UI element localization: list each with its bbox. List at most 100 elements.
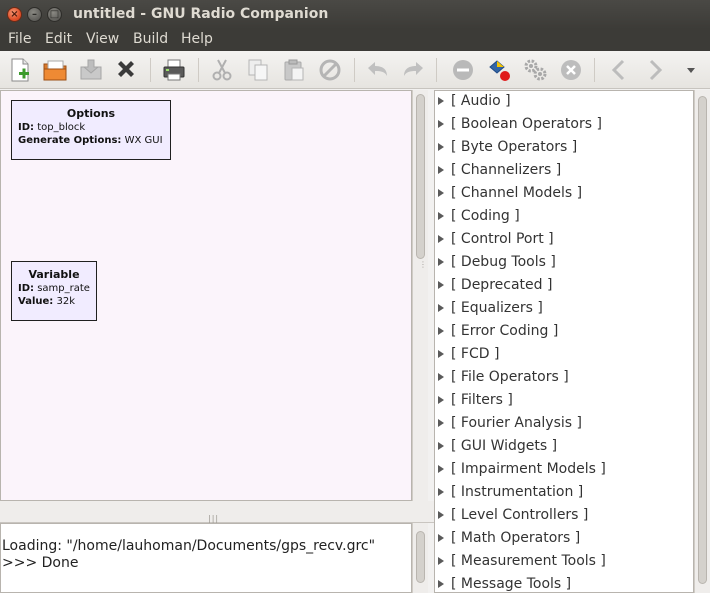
menu-build[interactable]: Build	[133, 31, 168, 47]
variable-block[interactable]: Variable ID: samp_rate Value: 32k	[11, 261, 97, 321]
expander-arrow-icon[interactable]	[438, 557, 444, 565]
tree-category[interactable]: [ Boolean Operators ]	[435, 114, 693, 137]
expander-arrow-icon[interactable]	[438, 488, 444, 496]
menu-help[interactable]: Help	[181, 31, 213, 47]
maximize-icon: □	[49, 9, 60, 20]
category-label: [ Debug Tools ]	[451, 254, 556, 270]
rotate-ccw-button[interactable]	[606, 57, 632, 83]
paste-button[interactable]	[281, 57, 307, 83]
print-button[interactable]	[161, 57, 187, 83]
rotate-cw-button[interactable]	[642, 57, 668, 83]
tree-category[interactable]: [ Message Tools ]	[435, 574, 693, 592]
generate-button[interactable]	[486, 57, 512, 83]
scrollbar-thumb[interactable]	[698, 96, 707, 584]
expander-arrow-icon[interactable]	[438, 120, 444, 128]
scrollbar-thumb[interactable]	[416, 531, 425, 583]
close-flowgraph-button[interactable]	[113, 57, 139, 83]
menu-file[interactable]: File	[8, 31, 31, 47]
window-maximize-button[interactable]: □	[47, 7, 62, 22]
open-button[interactable]	[42, 57, 68, 83]
generate-icon	[489, 60, 510, 81]
tree-category[interactable]: [ Equalizers ]	[435, 298, 693, 321]
tree-category[interactable]: [ File Operators ]	[435, 367, 693, 390]
block-param: Generate Options: WX GUI	[18, 135, 170, 146]
tree-category[interactable]: [ Error Coding ]	[435, 321, 693, 344]
window-title: untitled - GNU Radio Companion	[73, 6, 329, 22]
execute-icon	[524, 59, 547, 81]
expander-arrow-icon[interactable]	[438, 465, 444, 473]
execute-button[interactable]	[522, 57, 548, 83]
flowgraph-canvas[interactable]: Options ID: top_block Generate Options: …	[0, 90, 412, 501]
toolbar-overflow-button[interactable]	[681, 57, 701, 83]
splitter-grip-icon: |||	[208, 514, 220, 523]
copy-icon	[248, 59, 268, 81]
tree-category[interactable]: [ Fourier Analysis ]	[435, 413, 693, 436]
disable-block-button[interactable]	[450, 57, 476, 83]
expander-arrow-icon[interactable]	[438, 327, 444, 335]
undo-button[interactable]	[365, 57, 391, 83]
window-minimize-button[interactable]: –	[27, 7, 42, 22]
kill-button[interactable]	[558, 57, 584, 83]
menu-view[interactable]: View	[86, 31, 119, 47]
tree-category[interactable]: [ Math Operators ]	[435, 528, 693, 551]
block-param: Value: 32k	[18, 296, 96, 307]
delete-button[interactable]	[317, 57, 343, 83]
redo-button[interactable]	[400, 57, 426, 83]
expander-arrow-icon[interactable]	[438, 258, 444, 266]
category-label: [ Instrumentation ]	[451, 484, 584, 500]
expander-arrow-icon[interactable]	[438, 396, 444, 404]
category-label: [ Boolean Operators ]	[451, 116, 602, 132]
expander-arrow-icon[interactable]	[438, 189, 444, 197]
new-button[interactable]	[7, 57, 33, 83]
menu-edit[interactable]: Edit	[45, 31, 72, 47]
block-tree-scrollbar[interactable]	[694, 90, 710, 593]
close-icon: ×	[10, 9, 19, 20]
expander-arrow-icon[interactable]	[438, 534, 444, 542]
tree-category[interactable]: [ Byte Operators ]	[435, 137, 693, 160]
expander-arrow-icon[interactable]	[438, 419, 444, 427]
tree-category[interactable]: [ Impairment Models ]	[435, 459, 693, 482]
expander-arrow-icon[interactable]	[438, 212, 444, 220]
expander-arrow-icon[interactable]	[438, 373, 444, 381]
scrollbar-thumb[interactable]	[416, 94, 425, 259]
tree-category[interactable]: [ Instrumentation ]	[435, 482, 693, 505]
tree-category[interactable]: [ Coding ]	[435, 206, 693, 229]
expander-arrow-icon[interactable]	[438, 442, 444, 450]
undo-icon	[368, 62, 387, 76]
expander-arrow-icon[interactable]	[438, 97, 444, 105]
tree-category[interactable]: [ Level Controllers ]	[435, 505, 693, 528]
expander-arrow-icon[interactable]	[438, 166, 444, 174]
copy-button[interactable]	[245, 57, 271, 83]
tree-category[interactable]: [ Filters ]	[435, 390, 693, 413]
cut-button[interactable]	[209, 57, 235, 83]
save-button[interactable]	[78, 57, 104, 83]
window-close-button[interactable]: ×	[7, 7, 22, 22]
new-icon	[11, 58, 29, 82]
block-param: ID: samp_rate	[18, 283, 96, 294]
tree-category[interactable]: [ Control Port ]	[435, 229, 693, 252]
tree-category[interactable]: [ Deprecated ]	[435, 275, 693, 298]
expander-arrow-icon[interactable]	[438, 281, 444, 289]
options-block[interactable]: Options ID: top_block Generate Options: …	[11, 100, 171, 160]
tree-category[interactable]: [ GUI Widgets ]	[435, 436, 693, 459]
block-library-tree: [ Audio ] [ Boolean Operators ] [ Byte Ope…	[434, 90, 694, 593]
pane-splitter[interactable]: |||	[0, 501, 434, 523]
expander-arrow-icon[interactable]	[438, 350, 444, 358]
console-scrollbar[interactable]	[412, 523, 428, 593]
category-label: [ Equalizers ]	[451, 300, 543, 316]
console-line: Loading: "/home/lauhoman/Documents/gps_r…	[2, 538, 376, 554]
tree-category[interactable]: [ Audio ]	[435, 91, 693, 114]
title-bar[interactable]: × – □ untitled - GNU Radio Companion	[0, 0, 710, 29]
tree-category[interactable]: [ Measurement Tools ]	[435, 551, 693, 574]
expander-arrow-icon[interactable]	[438, 235, 444, 243]
canvas-scrollbar[interactable]: ⋮	[412, 90, 428, 501]
tree-category[interactable]: [ Channel Models ]	[435, 183, 693, 206]
expander-arrow-icon[interactable]	[438, 580, 444, 588]
tree-category[interactable]: [ Debug Tools ]	[435, 252, 693, 275]
expander-arrow-icon[interactable]	[438, 304, 444, 312]
expander-arrow-icon[interactable]	[438, 511, 444, 519]
tree-category[interactable]: [ Channelizers ]	[435, 160, 693, 183]
toolbar	[0, 51, 710, 89]
expander-arrow-icon[interactable]	[438, 143, 444, 151]
tree-category[interactable]: [ FCD ]	[435, 344, 693, 367]
